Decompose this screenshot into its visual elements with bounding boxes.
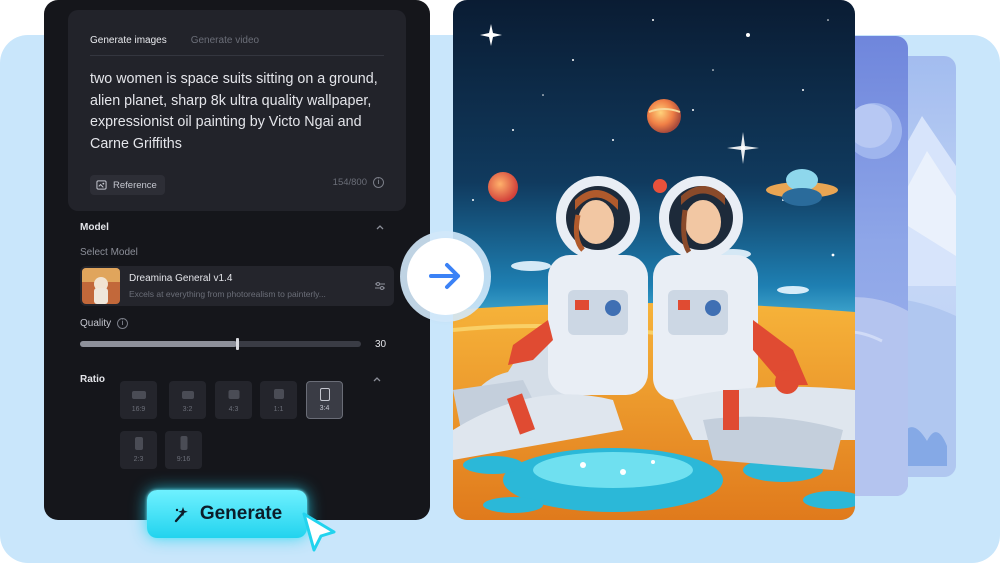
ratio-label: 9:16 xyxy=(176,456,191,463)
stage: Generate images Generate video two women… xyxy=(0,0,1000,563)
ratio-label: 2:3 xyxy=(133,456,144,463)
model-description: Excels at everything from photorealism t… xyxy=(129,289,326,299)
model-selector[interactable]: Dreamina General v1.4 Excels at everythi… xyxy=(80,266,394,306)
arrow-right-icon xyxy=(429,263,460,289)
cursor-pointer-icon xyxy=(302,512,336,552)
generate-label: Generate xyxy=(199,503,283,524)
ratio-option-4-3[interactable]: 4:3 xyxy=(215,381,252,419)
ratio-shape xyxy=(180,436,187,450)
ratio-option-3-2[interactable]: 3:2 xyxy=(169,381,206,419)
info-icon[interactable]: i xyxy=(373,177,384,188)
ratio-shape xyxy=(131,391,146,399)
transition-arrow xyxy=(407,238,484,315)
model-section-title: Model xyxy=(80,222,109,233)
mode-tabs: Generate images Generate video xyxy=(90,35,259,46)
prompt-input[interactable]: two women is space suits sitting on a gr… xyxy=(90,69,390,156)
prompt-card: Generate images Generate video two women… xyxy=(68,10,406,211)
quality-slider-fill xyxy=(80,341,238,347)
sliders-icon[interactable] xyxy=(374,280,386,292)
sparkle-wand-icon xyxy=(174,507,188,523)
char-count: 154/800 xyxy=(332,177,367,188)
tab-generate-video[interactable]: Generate video xyxy=(191,35,259,46)
ratio-option-3-4[interactable]: 3:4 xyxy=(306,381,343,419)
ratio-option-1-1[interactable]: 1:1 xyxy=(260,381,297,419)
tabs-divider xyxy=(90,55,384,56)
chevron-up-icon[interactable] xyxy=(373,375,381,383)
ratio-option-16-9[interactable]: 16:9 xyxy=(120,381,157,419)
ratio-label: 4:3 xyxy=(228,406,239,413)
model-name: Dreamina General v1.4 xyxy=(129,273,233,284)
ratio-shape xyxy=(228,390,239,399)
reference-label: Reference xyxy=(113,179,157,191)
chevron-up-icon[interactable] xyxy=(376,223,384,231)
ratio-label: 3:4 xyxy=(319,405,330,412)
ratio-label: 1:1 xyxy=(273,406,284,413)
info-icon[interactable]: i xyxy=(117,318,128,329)
ratio-option-9-16[interactable]: 9:16 xyxy=(165,431,202,469)
ratio-shape xyxy=(134,437,143,450)
image-reference-icon xyxy=(96,179,107,190)
model-thumbnail xyxy=(82,268,120,304)
generate-button[interactable]: Generate xyxy=(147,490,307,538)
select-model-label: Select Model xyxy=(80,247,138,258)
char-counter: 154/800 i xyxy=(333,177,384,188)
quality-slider-handle[interactable] xyxy=(236,338,240,350)
quality-slider[interactable] xyxy=(80,338,361,350)
ratio-shape xyxy=(273,389,284,399)
ratio-shape xyxy=(181,391,194,399)
ratio-shape xyxy=(319,388,330,401)
ratio-label: 16:9 xyxy=(131,406,146,413)
quality-value: 30 xyxy=(375,339,387,350)
generated-image[interactable] xyxy=(453,0,855,520)
quality-label: Quality xyxy=(80,318,112,329)
ratio-label: 3:2 xyxy=(182,406,193,413)
tab-generate-images[interactable]: Generate images xyxy=(90,35,167,46)
ratio-option-2-3[interactable]: 2:3 xyxy=(120,431,157,469)
generation-panel: Generate images Generate video two women… xyxy=(44,0,430,520)
reference-button[interactable]: Reference xyxy=(90,175,165,195)
ratio-section-title: Ratio xyxy=(80,374,105,385)
